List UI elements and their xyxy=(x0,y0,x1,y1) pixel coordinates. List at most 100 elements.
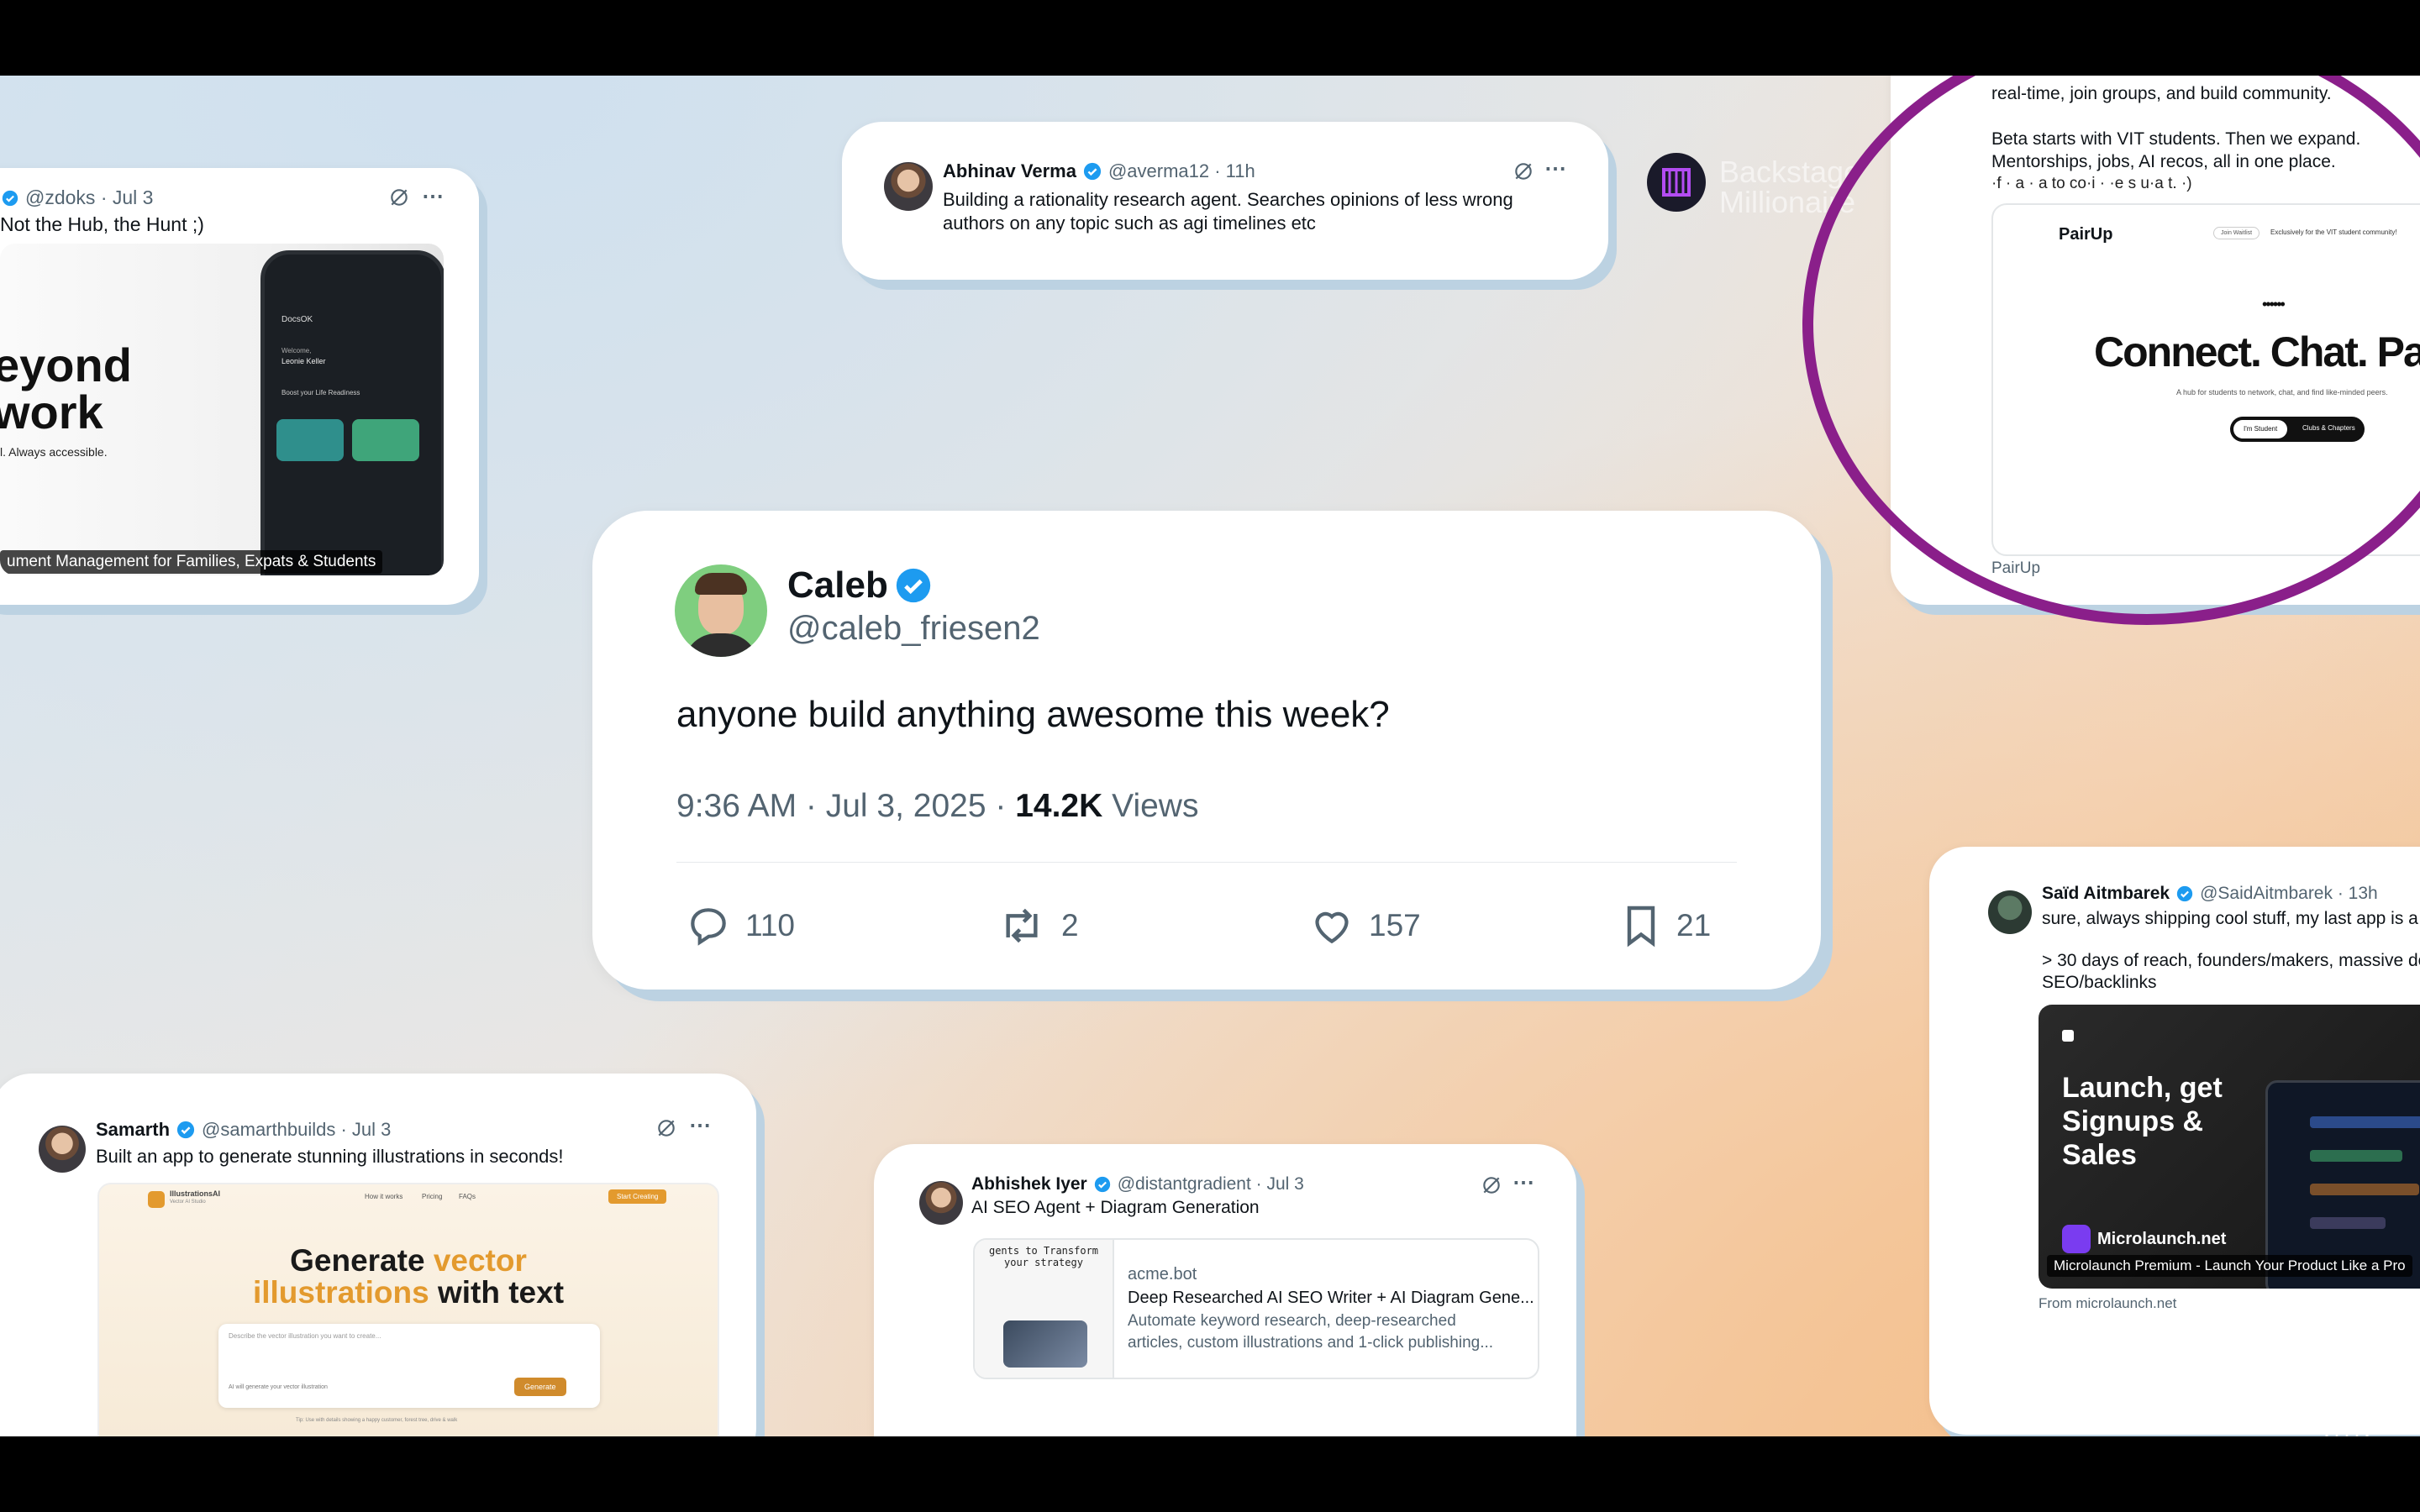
more-options-icon[interactable]: ⋯ xyxy=(689,1112,711,1138)
brand-logo-icon xyxy=(2062,1225,2091,1253)
site-logo-sub: Vector AI Studio xyxy=(170,1200,206,1205)
tweet-card-abhinav[interactable]: Abhinav Verma @averma12 · 11h Building a… xyxy=(842,122,1608,280)
tweet-text: Not the Hub, the Hunt ;) xyxy=(0,213,204,235)
tweet-media-image[interactable]: Launch, get Signups & Sales Microlaunch.… xyxy=(2039,1005,2420,1289)
author-name[interactable]: Abhinav Verma xyxy=(943,160,1076,182)
grok-icon[interactable] xyxy=(655,1117,677,1139)
verified-badge-icon xyxy=(176,1121,195,1139)
tweet-handle-time: @SaidAitmbarek · 13h xyxy=(2200,884,2378,903)
nav-cta-button[interactable]: Start Creating xyxy=(608,1189,667,1204)
nav-link[interactable]: Pricing xyxy=(422,1193,442,1200)
nav-link[interactable]: FAQs xyxy=(459,1193,476,1200)
nav-link[interactable]: How it works xyxy=(365,1193,402,1200)
headline-accent: vector xyxy=(433,1243,527,1278)
link-domain: acme.bot xyxy=(1128,1265,1197,1284)
tweet-text: anyone build anything awesome this week? xyxy=(676,694,1390,735)
tweet-text-line: sure, always shipping cool stuff, my las… xyxy=(2042,909,2420,928)
tweet-media-image[interactable]: IllustrationsAI Vector AI Studio How it … xyxy=(97,1183,719,1436)
tweet-text-line: > 30 days of reach, founders/makers, mas… xyxy=(2042,951,2420,970)
headline-accent: illustrations xyxy=(252,1275,429,1310)
bookmark-icon xyxy=(1619,902,1663,949)
image-headline: Signups & xyxy=(2062,1105,2204,1137)
tweet-card-samarth[interactable]: Samarth @samarthbuilds · Jul 3 Built an … xyxy=(0,1074,756,1436)
tweet-time-date[interactable]: 9:36 AM · Jul 3, 2025 · xyxy=(676,788,1015,824)
phone-greeting: Welcome, xyxy=(281,347,312,354)
headline-part: with text xyxy=(429,1275,565,1310)
heart-icon xyxy=(1308,902,1355,949)
letterbox-bottom xyxy=(0,1436,2420,1512)
author-handle[interactable]: @caleb_friesen2 xyxy=(787,610,1040,648)
tweet-text-line: authors on any topic such as agi timelin… xyxy=(943,213,1316,234)
brand-mark-icon xyxy=(2062,1030,2074,1042)
author-name[interactable]: Caleb xyxy=(787,564,888,606)
image-headline: work xyxy=(0,386,103,438)
site-logo: IllustrationsAI xyxy=(170,1189,221,1198)
tweet-text: AI SEO Agent + Diagram Generation xyxy=(971,1198,1260,1217)
channel-cube-logo-icon xyxy=(2321,1410,2373,1436)
tweet-card-said[interactable]: Saïd Aitmbarek @SaidAitmbarek · 13h sure… xyxy=(1929,847,2420,1435)
phone-widget xyxy=(276,419,344,461)
avatar xyxy=(1988,890,2032,934)
prompt-input-box[interactable]: Describe the vector illustration you wan… xyxy=(218,1324,600,1408)
views-label: Views xyxy=(1102,788,1199,824)
like-count: 157 xyxy=(1369,908,1421,942)
tweet-handle-time: @distantgradient · Jul 3 xyxy=(1117,1174,1304,1194)
image-headline: Sales xyxy=(2062,1139,2137,1171)
tweet-handle-time: @zdoks · Jul 3 xyxy=(25,186,154,208)
avatar xyxy=(884,162,933,211)
phone-widget xyxy=(352,419,419,461)
link-source[interactable]: From microlaunch.net xyxy=(2039,1295,2176,1312)
site-headline: Generate vector xyxy=(99,1243,718,1278)
more-options-icon[interactable]: ⋯ xyxy=(1512,1169,1534,1195)
generate-button[interactable]: Generate xyxy=(514,1378,566,1396)
bookmark-count: 21 xyxy=(1676,908,1712,942)
image-subtext: l. Always accessible. xyxy=(0,445,108,459)
verified-badge-icon xyxy=(1094,1176,1111,1193)
more-options-icon[interactable]: ⋯ xyxy=(1544,155,1566,181)
phone-mockup: DocsOK Welcome, Leonie Keller Boost your… xyxy=(260,250,444,575)
grok-icon[interactable] xyxy=(388,186,410,208)
avatar xyxy=(39,1126,86,1173)
verified-badge-icon xyxy=(895,567,932,604)
repost-button[interactable]: 2 xyxy=(996,902,1079,949)
tweet-text-line: SEO/backlinks xyxy=(2042,973,2157,992)
avatar xyxy=(919,1181,963,1225)
link-preview-card[interactable]: gents to Transform your strategy acme.bo… xyxy=(973,1238,1539,1379)
grok-icon[interactable] xyxy=(1512,160,1534,182)
author-name[interactable]: Samarth xyxy=(96,1119,170,1141)
avatar[interactable] xyxy=(675,564,767,657)
link-thumbnail: gents to Transform your strategy xyxy=(975,1240,1114,1378)
bookmark-button[interactable]: 21 xyxy=(1619,902,1711,949)
repost-icon xyxy=(996,902,1048,949)
headline-part: Generate xyxy=(290,1243,434,1278)
tweet-handle-time: @samarthbuilds · Jul 3 xyxy=(202,1119,392,1140)
more-options-icon[interactable]: ⋯ xyxy=(422,183,444,209)
reply-button[interactable]: 110 xyxy=(685,902,795,949)
repost-count: 2 xyxy=(1061,908,1079,942)
tweet-media-image[interactable]: eyond work l. Always accessible. DocsOK … xyxy=(0,244,444,575)
tweet-card-caleb[interactable]: Caleb @caleb_friesen2 anyone build anyth… xyxy=(592,511,1821,990)
site-footnote: Tip: Use with details showing a happy cu… xyxy=(296,1418,458,1423)
prompt-input-placeholder: Describe the vector illustration you wan… xyxy=(229,1332,381,1340)
link-description: Automate keyword research, deep-research… xyxy=(1128,1312,1456,1330)
channel-logo-icon xyxy=(1647,153,1706,212)
site-logo-icon xyxy=(148,1191,165,1208)
author-name[interactable]: Abhishek Iyer xyxy=(971,1174,1087,1194)
tweet-meta: 9:36 AM · Jul 3, 2025 · 14.2K Views xyxy=(676,788,1198,825)
thumbnail-text: gents to Transform your strategy xyxy=(988,1245,1099,1268)
image-caption: Microlaunch Premium - Launch Your Produc… xyxy=(2047,1255,2412,1277)
phone-card-title: Boost your Life Readiness xyxy=(281,389,360,396)
phone-app-name: DocsOK xyxy=(281,315,313,324)
like-button[interactable]: 157 xyxy=(1308,902,1421,949)
verified-badge-icon xyxy=(2176,885,2193,902)
grok-icon[interactable] xyxy=(1481,1174,1502,1196)
views-count: 14.2K xyxy=(1015,788,1103,824)
tweet-card-abhishek[interactable]: Abhishek Iyer @distantgradient · Jul 3 A… xyxy=(874,1144,1576,1436)
image-caption: ument Management for Families, Expats & … xyxy=(0,550,383,574)
prompt-hint: AI will generate your vector illustratio… xyxy=(229,1384,328,1390)
link-title: Deep Researched AI SEO Writer + AI Diagr… xyxy=(1128,1289,1534,1307)
author-name[interactable]: Saïd Aitmbarek xyxy=(2042,884,2170,904)
tweet-card-zdoks[interactable]: @zdoks · Jul 3 Not the Hub, the Hunt ;) … xyxy=(0,168,479,605)
image-headline: Launch, get xyxy=(2062,1072,2223,1104)
site-headline: illustrations with text xyxy=(99,1275,718,1310)
